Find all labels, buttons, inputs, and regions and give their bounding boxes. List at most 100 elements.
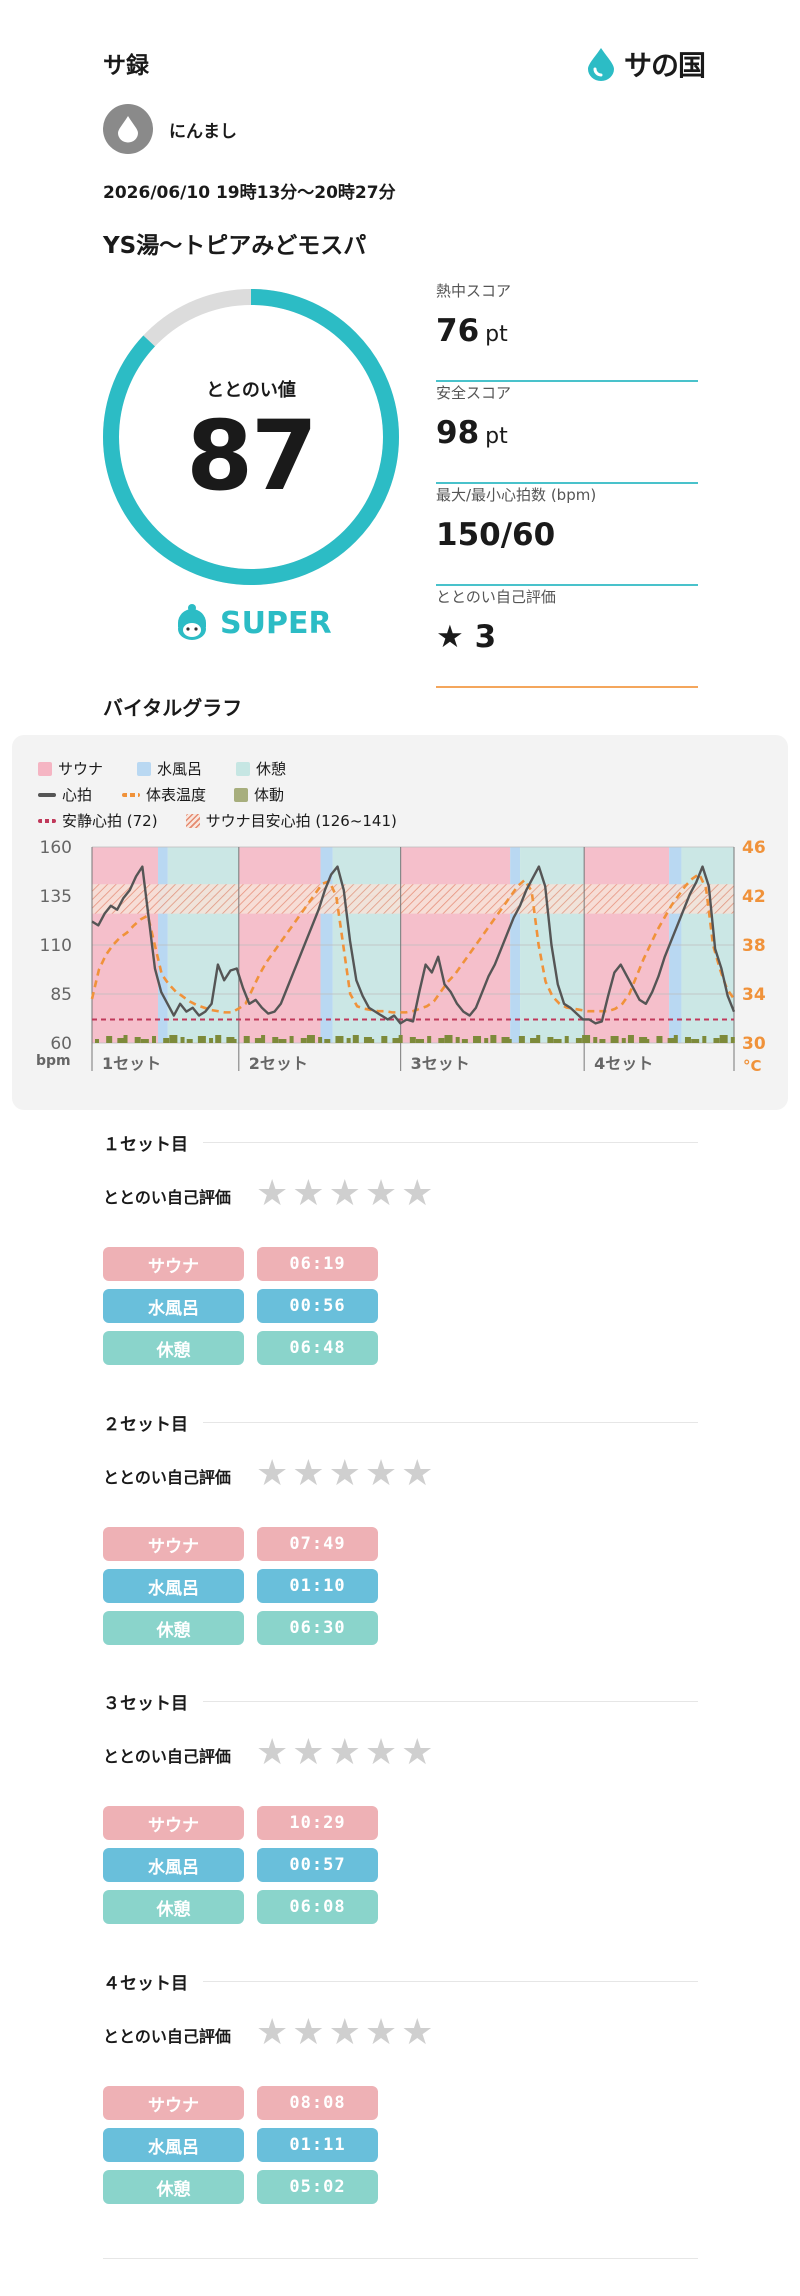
- water-time: 00:57: [257, 1848, 378, 1882]
- motion-bar: [599, 1039, 606, 1043]
- set-label: 3セット: [411, 1054, 470, 1073]
- water-label: 水風呂: [103, 1289, 244, 1323]
- motion-bar: [169, 1035, 178, 1043]
- star-icon[interactable]: ★: [292, 2015, 324, 2051]
- set-divider: [203, 1142, 698, 1143]
- motion-bar: [180, 1037, 185, 1043]
- motion-bar: [702, 1036, 707, 1043]
- right-tick-label: 46: [742, 838, 766, 858]
- set-label: 2セット: [249, 1054, 308, 1073]
- motion-bar: [381, 1036, 388, 1043]
- rating-stars[interactable]: ★ ★ ★ ★ ★: [256, 1735, 433, 1771]
- rest-label: 休憩: [103, 1611, 244, 1645]
- motion-bar: [409, 1037, 416, 1043]
- star-icon[interactable]: ★: [329, 1735, 361, 1771]
- motion-bar: [730, 1037, 735, 1043]
- rating-stars[interactable]: ★ ★ ★ ★ ★: [256, 2015, 433, 2051]
- rest-label: 休憩: [103, 1331, 244, 1365]
- star-icon[interactable]: ★: [292, 1735, 324, 1771]
- star-icon[interactable]: ★: [365, 1456, 397, 1492]
- motion-bar: [575, 1038, 582, 1043]
- star-icon[interactable]: ★: [401, 1176, 433, 1212]
- left-tick-label: 160: [40, 838, 72, 858]
- star-icon[interactable]: ★: [256, 1456, 288, 1492]
- motion-bar: [713, 1038, 720, 1043]
- rest-time: 05:02: [257, 2170, 378, 2204]
- star-icon[interactable]: ★: [401, 1456, 433, 1492]
- rest-time: 06:30: [257, 1611, 378, 1645]
- motion-bar: [461, 1039, 468, 1043]
- water-label: 水風呂: [103, 1848, 244, 1882]
- vital-chart: 160 135 110 85 60bpm 46 42 38 34 30 °C 1セット 2セット 3セット…: [36, 838, 766, 1075]
- motion-bar: [691, 1039, 700, 1043]
- star-icon[interactable]: ★: [329, 2015, 361, 2051]
- motion-bar: [621, 1038, 626, 1043]
- motion-bar: [134, 1037, 141, 1043]
- rank-text: SUPER: [220, 605, 332, 641]
- motion-bar: [261, 1035, 266, 1043]
- motion-bar: [684, 1037, 691, 1043]
- motion-bar: [438, 1038, 445, 1043]
- brand-logo[interactable]: サの国: [586, 44, 706, 84]
- score-safety: 安全スコア 98 pt: [436, 382, 698, 484]
- motion-bar: [152, 1036, 157, 1043]
- motion-bar: [215, 1035, 222, 1043]
- water-time: 00:56: [257, 1289, 378, 1323]
- motion-bar: [610, 1036, 619, 1043]
- star-icon[interactable]: ★: [292, 1456, 324, 1492]
- bottom-divider: [103, 2258, 698, 2259]
- rating-label: ととのい自己評価: [103, 2027, 231, 2046]
- star-icon[interactable]: ★: [256, 1735, 288, 1771]
- star-icon[interactable]: ★: [365, 1735, 397, 1771]
- gauge-label: ととのい値: [206, 380, 296, 401]
- star-icon[interactable]: ★: [401, 1735, 433, 1771]
- mascot-icon: [178, 604, 206, 640]
- vital-title: バイタルグラフ: [103, 696, 243, 720]
- motion-bar: [416, 1039, 424, 1043]
- water-drop-icon: [588, 48, 614, 81]
- star-icon[interactable]: ★: [329, 1456, 361, 1492]
- brand-name: サの国: [624, 49, 706, 82]
- legend: 心拍 体表温度 体動: [38, 784, 284, 805]
- motion-bar: [398, 1035, 403, 1043]
- rating-stars[interactable]: ★ ★ ★ ★ ★: [256, 1176, 433, 1212]
- water-label: 水風呂: [103, 1569, 244, 1603]
- motion-bar: [536, 1035, 541, 1043]
- rank-badge: SUPER: [174, 603, 332, 643]
- score-label: 安全スコア: [436, 384, 512, 402]
- motion-bar: [106, 1036, 113, 1043]
- motion-bar: [455, 1037, 460, 1043]
- motion-bar: [243, 1036, 250, 1043]
- motion-bar: [123, 1035, 128, 1043]
- motion-bar: [278, 1039, 287, 1043]
- star-icon[interactable]: ★: [292, 1176, 324, 1212]
- sauna-time: 06:19: [257, 1247, 378, 1281]
- star-icon[interactable]: ★: [401, 2015, 433, 2051]
- score-value: 98 pt: [436, 415, 508, 451]
- rating-label: ととのい自己評価: [103, 1747, 231, 1766]
- rest-time: 06:48: [257, 1331, 378, 1365]
- rating-stars[interactable]: ★ ★ ★ ★ ★: [256, 1456, 433, 1492]
- score-self-rating: ととのい自己評価 ★ 3: [436, 586, 698, 688]
- page-title: サ録: [103, 53, 149, 79]
- motion-bar: [318, 1037, 323, 1043]
- legend: 安静心拍 (72) サウナ目安心拍 (126~141): [38, 810, 397, 831]
- target-hr-band: [92, 884, 734, 914]
- motion-bar: [163, 1038, 170, 1043]
- user-row[interactable]: にんまし: [103, 104, 237, 154]
- sauna-label: サウナ: [103, 2086, 244, 2120]
- motion-bar: [673, 1035, 678, 1043]
- set-title: ３セット目: [103, 1694, 188, 1714]
- motion-bar: [553, 1039, 562, 1043]
- star-icon[interactable]: ★: [365, 2015, 397, 2051]
- score-label: 最大/最小心拍数 (bpm): [436, 486, 597, 504]
- right-axis-unit: °C: [743, 1057, 762, 1075]
- star-icon: ★: [436, 619, 464, 655]
- star-icon[interactable]: ★: [329, 1176, 361, 1212]
- star-icon[interactable]: ★: [256, 2015, 288, 2051]
- avatar-drop-icon: [118, 116, 138, 143]
- motion-bar: [593, 1037, 598, 1043]
- star-icon[interactable]: ★: [256, 1176, 288, 1212]
- water-time: 01:11: [257, 2128, 378, 2162]
- star-icon[interactable]: ★: [365, 1176, 397, 1212]
